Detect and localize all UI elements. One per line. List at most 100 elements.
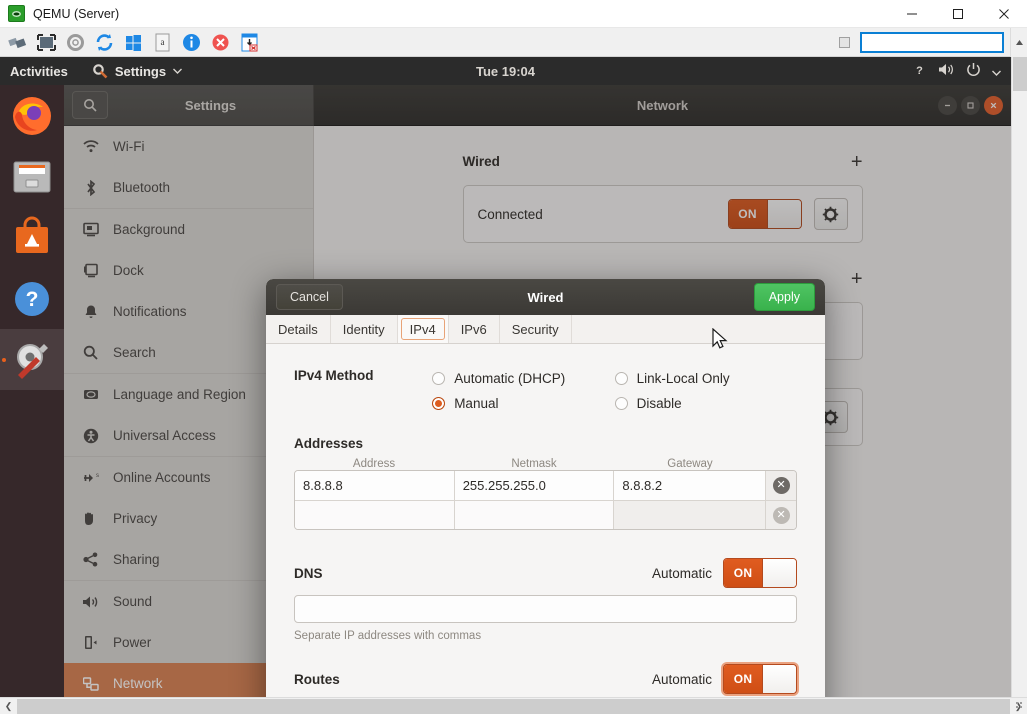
host-horizontal-scrollbar[interactable]: ❮ ❯ <box>0 697 1027 714</box>
apply-button[interactable]: Apply <box>754 283 815 311</box>
info-icon[interactable] <box>180 31 203 54</box>
dns-automatic-toggle[interactable]: ON <box>723 558 797 588</box>
routes-automatic-toggle[interactable]: ON <box>723 664 797 694</box>
power-icon[interactable] <box>966 62 981 80</box>
gnome-topbar: Activities Settings Tue 19:04 ? <box>0 57 1011 85</box>
sidebar-item-bluetooth[interactable]: Bluetooth <box>64 167 313 208</box>
add-wired-button[interactable]: + <box>851 155 863 169</box>
sidebar-item-background[interactable]: Background <box>64 209 313 250</box>
settings-icon[interactable] <box>64 31 87 54</box>
bluetooth-icon <box>82 180 99 196</box>
toggle-on-label: ON <box>724 559 762 587</box>
dock-item-settings[interactable] <box>0 329 64 390</box>
wired-settings-gear-icon[interactable] <box>814 198 848 230</box>
radio-automatic-dhcp[interactable]: Automatic (DHCP) <box>432 366 614 391</box>
radio-button[interactable] <box>432 372 445 385</box>
sidebar-item-wi-fi[interactable]: Wi-Fi <box>64 126 313 167</box>
dns-servers-input[interactable] <box>294 595 797 623</box>
close-button[interactable] <box>981 0 1027 28</box>
network-icon <box>82 677 99 691</box>
ipv4-method-col-1: Automatic (DHCP) Manual <box>432 366 614 416</box>
radio-button[interactable] <box>432 397 445 410</box>
host-window-titlebar: QEMU (Server) <box>0 0 1027 28</box>
wired-connection-toggle[interactable]: ON <box>728 199 802 229</box>
host-vertical-scrollbar[interactable] <box>1011 57 1027 698</box>
tab-ipv6[interactable]: IPv6 <box>449 315 500 343</box>
search-icon[interactable] <box>72 91 108 119</box>
gateway-input[interactable] <box>614 501 766 529</box>
power-icon <box>82 635 99 650</box>
sidebar-item-label: Search <box>113 345 156 360</box>
tab-security[interactable]: Security <box>500 315 572 343</box>
netmask-input[interactable] <box>455 501 615 529</box>
sidebar-item-label: Power <box>113 635 151 650</box>
minimize-button[interactable] <box>889 0 935 28</box>
scroll-left-button[interactable]: ❮ <box>0 698 17 715</box>
refresh-icon[interactable] <box>93 31 116 54</box>
radio-label: Manual <box>454 396 498 411</box>
tab-details[interactable]: Details <box>266 315 331 343</box>
remove-icon[interactable]: ✕ <box>773 477 790 494</box>
dialog-tabs: Details Identity IPv4 IPv6 Security <box>266 315 825 344</box>
svg-text:a: a <box>161 37 165 47</box>
accessibility-icon[interactable]: ? <box>912 62 927 80</box>
dock-item-help[interactable]: ? <box>0 268 64 329</box>
fullscreen-icon[interactable] <box>35 31 58 54</box>
alt-key-icon[interactable]: a <box>151 31 174 54</box>
toolbar-checkbox[interactable] <box>839 37 850 48</box>
topbar-tray: ? <box>912 62 1001 80</box>
scrollbar-thumb[interactable] <box>1013 57 1027 91</box>
address-input[interactable] <box>295 501 455 529</box>
maximize-button[interactable] <box>935 0 981 28</box>
netmask-input[interactable]: 255.255.255.0 <box>455 471 615 500</box>
sidebar-item-label: Online Accounts <box>113 470 211 485</box>
radio-disable[interactable]: Disable <box>615 391 797 416</box>
radio-button[interactable] <box>615 397 628 410</box>
language-icon <box>82 388 99 401</box>
firefox-icon <box>9 93 55 139</box>
gateway-input[interactable]: 8.8.8.2 <box>614 471 766 500</box>
scroll-up-button[interactable] <box>1010 28 1027 57</box>
connect-icon[interactable] <box>6 31 29 54</box>
dock-item-firefox[interactable] <box>0 85 64 146</box>
settings-tools-icon <box>9 337 55 383</box>
radio-button[interactable] <box>615 372 628 385</box>
addresses-row: ✕ <box>295 500 796 529</box>
ubuntu-software-icon <box>9 215 55 261</box>
privacy-hand-icon <box>82 511 99 526</box>
capture-icon[interactable] <box>238 31 261 54</box>
scrollbar-thumb[interactable] <box>17 699 1010 714</box>
sidebar-item-label: Sound <box>113 594 152 609</box>
wifi-icon <box>82 140 99 153</box>
app-menu-label: Settings <box>115 64 166 79</box>
tab-identity[interactable]: Identity <box>331 315 398 343</box>
dock-item-files[interactable] <box>0 146 64 207</box>
host-window-title: QEMU (Server) <box>33 7 119 21</box>
activities-button[interactable]: Activities <box>10 64 68 79</box>
settings-header-left: Settings <box>64 85 314 125</box>
cancel-button[interactable]: Cancel <box>276 284 343 310</box>
scrollbar-track[interactable] <box>17 698 1010 715</box>
dock-item-ubuntu-software[interactable] <box>0 207 64 268</box>
volume-icon[interactable] <box>938 62 955 80</box>
toggle-on-label: ON <box>724 665 762 693</box>
sidebar-item-label: Network <box>113 676 163 691</box>
wired-section-header: Wired + <box>463 154 863 169</box>
toolbar-text-input[interactable] <box>860 32 1004 53</box>
settings-header: Settings Network <box>64 85 1011 126</box>
radio-link-local-only[interactable]: Link-Local Only <box>615 366 797 391</box>
dialog-body: IPv4 Method Automatic (DHCP) Manual <box>266 344 825 698</box>
app-menu-button[interactable]: Settings <box>92 63 182 79</box>
windows-key-icon[interactable] <box>122 31 145 54</box>
radio-manual[interactable]: Manual <box>432 391 614 416</box>
sidebar-item-label: Notifications <box>113 304 187 319</box>
chevron-down-icon[interactable] <box>992 64 1001 79</box>
add-second-button[interactable]: + <box>851 272 863 286</box>
disconnect-icon[interactable] <box>209 31 232 54</box>
resize-grip[interactable] <box>1015 700 1025 712</box>
tab-ipv4[interactable]: IPv4 <box>398 315 449 343</box>
address-input[interactable]: 8.8.8.8 <box>295 471 455 500</box>
bell-icon <box>82 304 99 320</box>
routes-title: Routes <box>294 672 340 687</box>
remove-icon[interactable]: ✕ <box>773 507 790 524</box>
